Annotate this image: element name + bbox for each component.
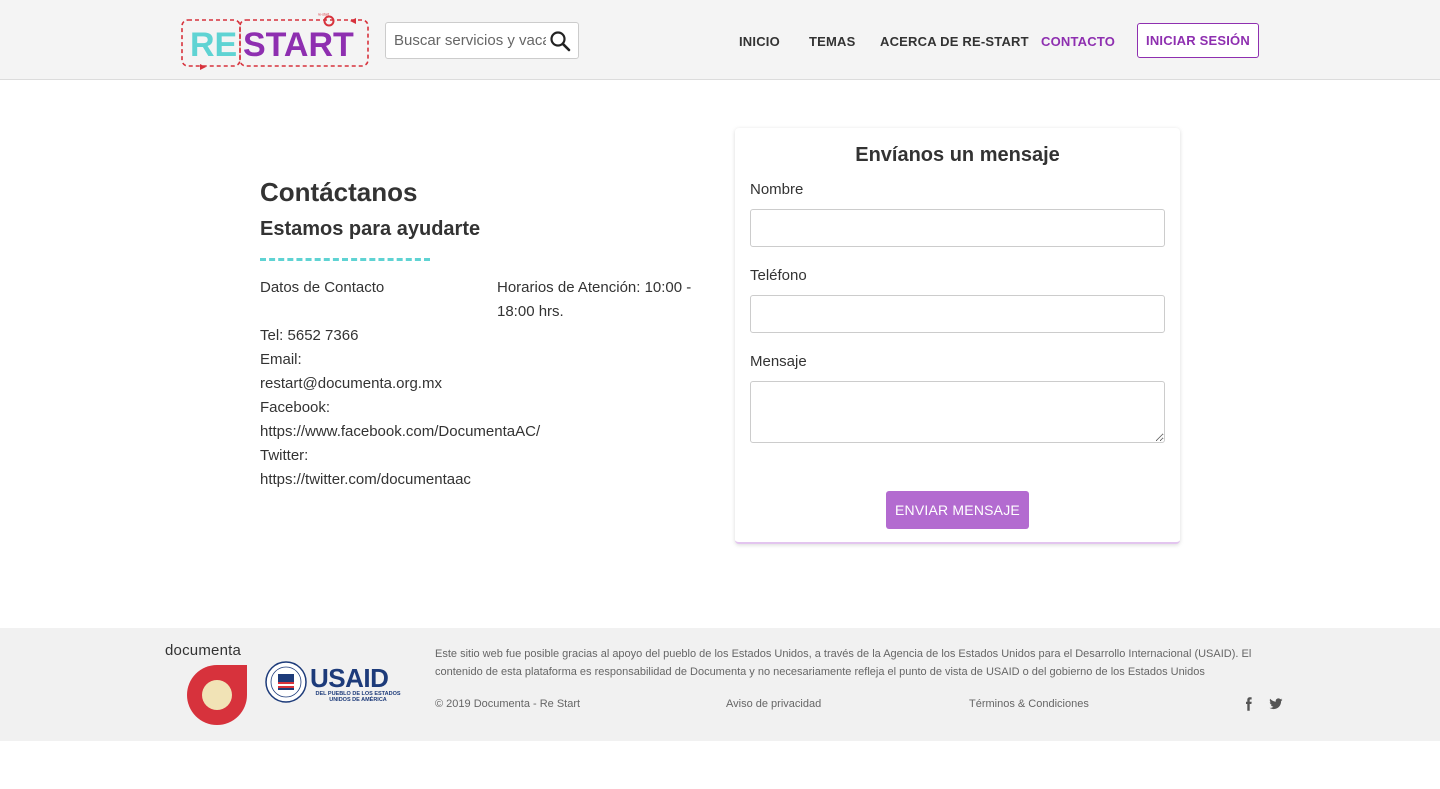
contact-twitter-label: Twitter: <box>260 447 309 464</box>
logo-tagline: re-start <box>318 13 329 17</box>
contact-tel: Tel: 5652 7366 <box>260 327 359 344</box>
logo-start-text: START <box>243 26 354 64</box>
logo-re-text: RE <box>190 26 237 64</box>
contact-form-card: Envíanos un mensaje Nombre Teléfono Mens… <box>735 128 1180 544</box>
documenta-wordmark: documenta <box>165 642 242 659</box>
send-message-button[interactable]: ENVIAR MENSAJE <box>886 491 1029 529</box>
page-title: Contáctanos <box>260 177 418 207</box>
nav-acerca[interactable]: ACERCA DE RE-START <box>880 34 1029 49</box>
phone-input[interactable] <box>750 295 1165 333</box>
contact-email-label: Email: <box>260 351 302 368</box>
footer-disclaimer: Este sitio web fue posible gracias al ap… <box>435 648 1252 678</box>
form-title: Envíanos un mensaje <box>855 144 1060 166</box>
usaid-logo[interactable]: USAID DEL PUEBLO DE LOS ESTADOS UNIDOS D… <box>265 661 405 707</box>
name-label: Nombre <box>750 181 804 198</box>
footer-copyright: © 2019 Documenta - Re Start <box>435 698 581 710</box>
search-box <box>385 22 579 59</box>
usaid-tagline: DEL PUEBLO DE LOS ESTADOS UNIDOS DE AMÉR… <box>315 691 401 703</box>
title-divider <box>260 258 430 261</box>
nav-temas[interactable]: TEMAS <box>809 34 856 49</box>
restart-logo[interactable]: RE START re-start <box>180 12 370 70</box>
search-icon[interactable] <box>548 29 572 53</box>
nav-contacto[interactable]: CONTACTO <box>1041 34 1115 49</box>
site-footer: documenta USAID DEL PUEBLO DE LOS ESTADO… <box>0 628 1440 741</box>
usaid-wordmark: USAID <box>310 663 389 693</box>
contact-facebook-label: Facebook: <box>260 399 331 416</box>
contact-twitter-link[interactable]: https://twitter.com/documentaac <box>260 468 471 492</box>
documenta-mark-icon <box>187 665 247 725</box>
contact-data-label: Datos de Contacto <box>260 279 385 296</box>
contact-facebook-link[interactable]: https://www.facebook.com/DocumentaAC/ <box>260 420 540 444</box>
office-hours: Horarios de Atención: 10:00 - 18:00 hrs. <box>497 279 692 320</box>
page-subtitle: Estamos para ayudarte <box>260 218 481 240</box>
restart-logo-graphic: RE START re-start <box>181 13 369 70</box>
message-textarea[interactable] <box>750 381 1165 443</box>
message-label: Mensaje <box>750 353 807 370</box>
nav-inicio[interactable]: INICIO <box>739 34 780 49</box>
site-header: RE START re-start INICIO TEMAS ACERCA DE… <box>0 0 1440 80</box>
usaid-seal-icon <box>265 661 307 703</box>
footer-terms-link[interactable]: Términos & Condiciones <box>969 698 1089 710</box>
footer-privacy-link[interactable]: Aviso de privacidad <box>726 698 821 710</box>
contact-email[interactable]: restart@documenta.org.mx <box>260 372 442 396</box>
facebook-icon[interactable] <box>1242 697 1256 711</box>
name-input[interactable] <box>750 209 1165 247</box>
documenta-logo[interactable]: documenta <box>165 642 251 726</box>
phone-label: Teléfono <box>750 267 807 284</box>
twitter-icon[interactable] <box>1269 697 1283 711</box>
search-input[interactable] <box>386 23 546 58</box>
login-button[interactable]: INICIAR SESIÓN <box>1137 23 1259 58</box>
